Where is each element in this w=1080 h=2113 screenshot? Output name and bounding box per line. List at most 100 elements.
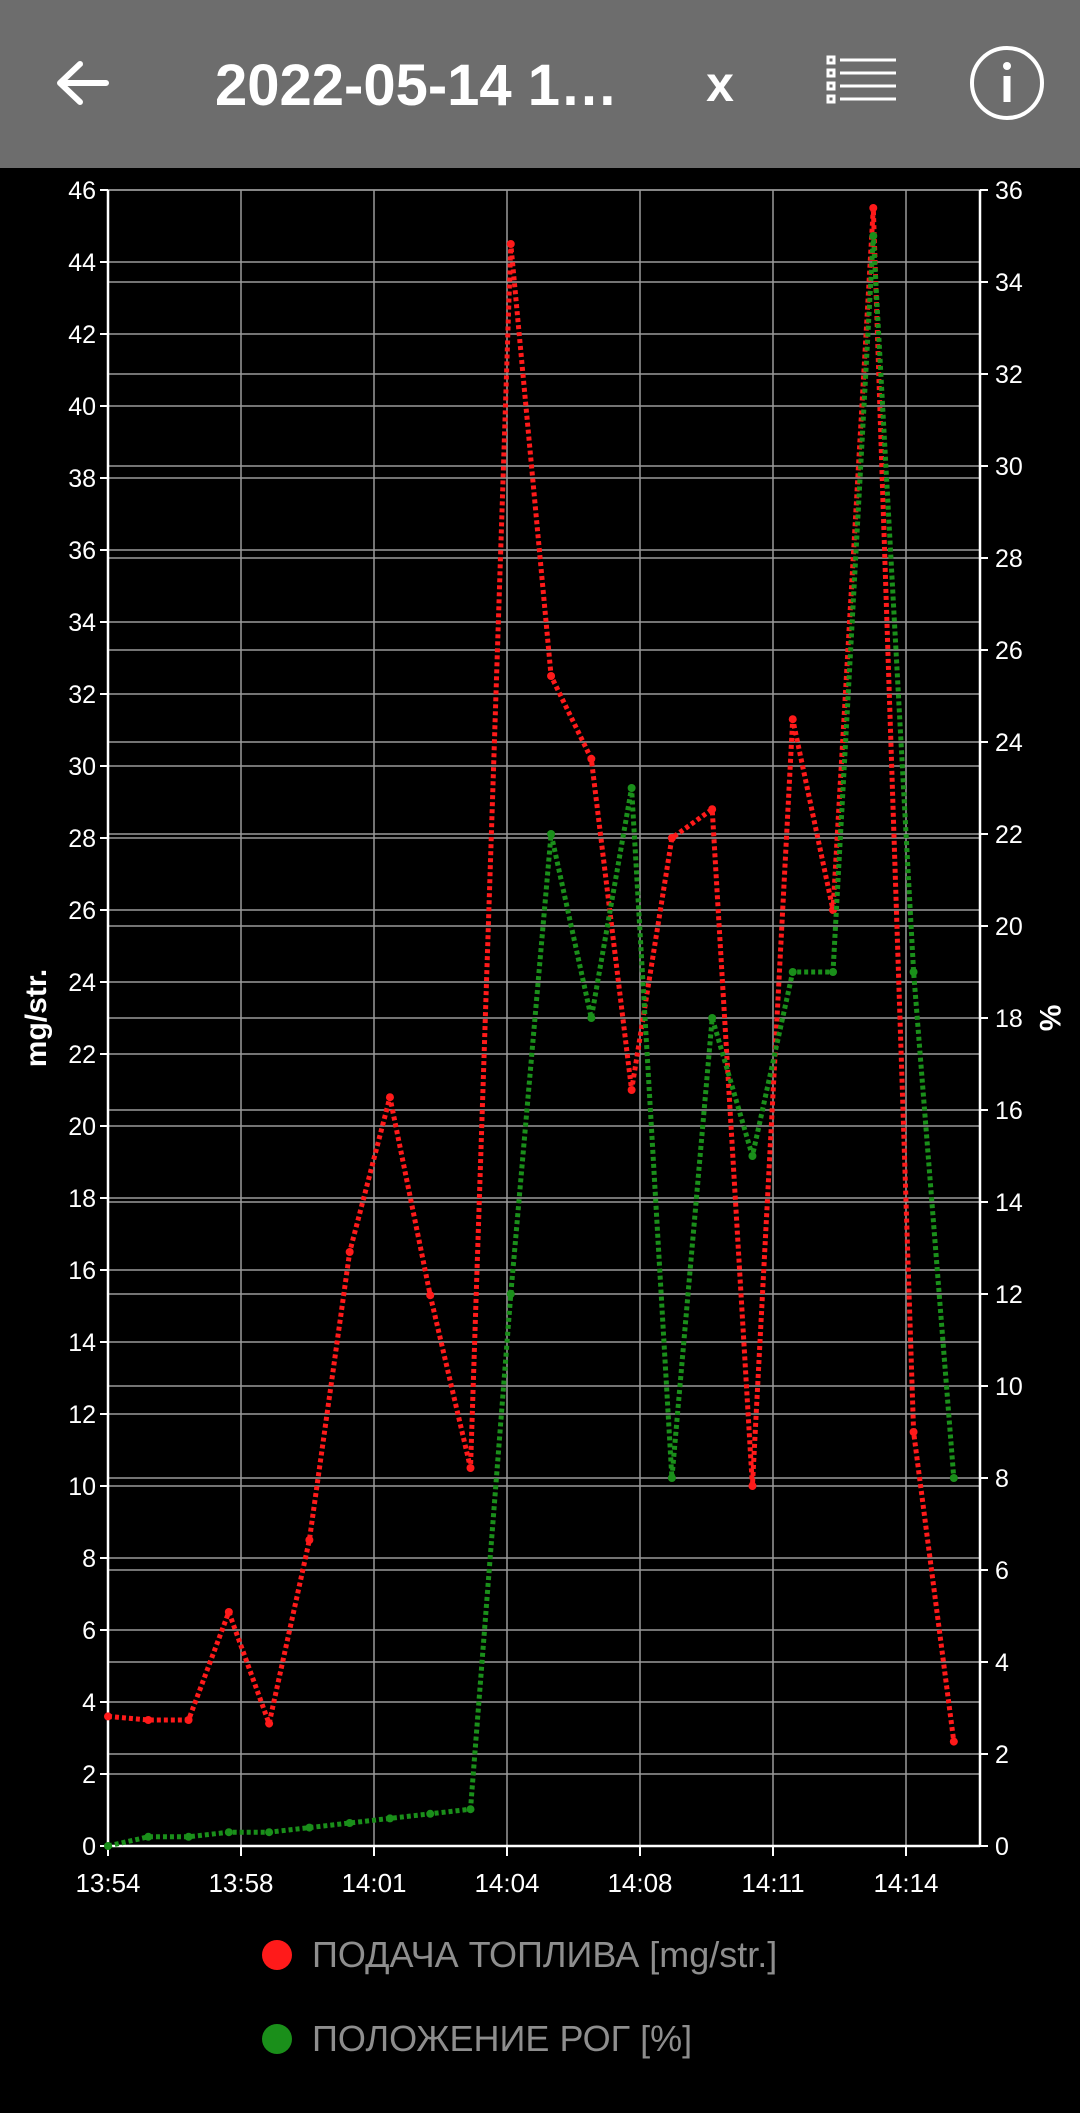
y-right-tick-label: 4	[995, 1649, 1009, 1677]
y-right-tick-label: 8	[995, 1465, 1009, 1493]
info-icon	[970, 46, 1044, 120]
data-point-0	[869, 204, 878, 212]
data-point-1	[627, 784, 636, 792]
legend-dot-red	[262, 1940, 292, 1970]
x-tick-label: 14:04	[474, 1868, 539, 1898]
data-point-1	[506, 1290, 515, 1298]
y-tick-label: 8	[82, 1545, 96, 1573]
data-point-1	[224, 1828, 233, 1837]
y-right-tick-label: 2	[995, 1741, 1009, 1769]
data-point-0	[547, 672, 556, 680]
y-right-tick-label: 18	[995, 1005, 1023, 1033]
fuel-chart[interactable]: 0246810121416182022242628303234363840424…	[0, 168, 1080, 1898]
data-point-1	[829, 968, 838, 976]
y-right-tick-label: 32	[995, 361, 1023, 389]
legend-label-rack: ПОЛОЖЕНИЕ РОГ [%]	[312, 2018, 693, 2059]
y-axis-title-right: %	[1033, 1005, 1066, 1032]
y-tick-label: 40	[68, 393, 96, 421]
y-tick-label: 4	[82, 1689, 96, 1717]
y-right-tick-label: 34	[995, 269, 1023, 297]
data-point-0	[748, 1482, 757, 1490]
back-button[interactable]	[50, 48, 114, 118]
data-point-1	[305, 1823, 314, 1832]
y-right-tick-label: 26	[995, 637, 1023, 665]
list-button[interactable]	[826, 52, 898, 112]
y-tick-label: 14	[68, 1329, 96, 1357]
y-right-tick-label: 0	[995, 1833, 1009, 1861]
data-point-0	[345, 1248, 354, 1256]
y-right-tick-label: 22	[995, 821, 1023, 849]
y-tick-label: 12	[68, 1401, 96, 1429]
legend-item-fuel[interactable]: ПОДАЧА ТОПЛИВА [mg/str.]	[262, 1934, 777, 1976]
y-right-tick-label: 36	[995, 177, 1023, 205]
data-point-0	[466, 1464, 475, 1472]
legend-label-fuel: ПОДАЧА ТОПЛИВА [mg/str.]	[312, 1934, 778, 1975]
y-tick-label: 34	[68, 609, 96, 637]
data-point-0	[909, 1428, 918, 1436]
y-tick-label: 28	[68, 825, 96, 853]
y-right-tick-label: 28	[995, 545, 1023, 573]
y-right-tick-label: 10	[995, 1373, 1023, 1401]
y-tick-label: 38	[68, 465, 96, 493]
x-tick-label: 14:11	[741, 1868, 804, 1898]
chart-area[interactable]: 0 2 4 6 8 10 12 14 16 18 20 22 24 26 28 30 32 34 36 38 40 42 4…	[0, 168, 1080, 1968]
data-point-0	[385, 1093, 394, 1102]
data-point-0	[788, 715, 797, 724]
data-point-1	[144, 1832, 153, 1841]
y-tick-label: 20	[68, 1113, 96, 1141]
data-point-1	[708, 1014, 717, 1022]
data-point-1	[184, 1832, 193, 1841]
y-right-tick-label: 24	[995, 729, 1023, 757]
info-button[interactable]	[968, 44, 1046, 122]
y-tick-label: 24	[68, 969, 96, 997]
data-point-0	[104, 1712, 112, 1721]
data-point-0	[144, 1716, 153, 1724]
y-right-tick-label: 14	[995, 1189, 1023, 1217]
top-app-bar: 2022-05-14 1… x	[0, 0, 1080, 168]
data-point-1	[587, 1014, 596, 1022]
y-tick-label: 26	[68, 897, 96, 925]
data-point-1	[788, 968, 797, 976]
data-point-1	[385, 1814, 394, 1823]
y-right-tick-label: 30	[995, 453, 1023, 481]
data-point-1	[667, 1474, 676, 1482]
data-point-1	[426, 1809, 435, 1818]
y-axis-title-left: mg/str.	[20, 969, 53, 1067]
y-tick-label: 46	[68, 177, 96, 205]
data-point-1	[104, 1842, 112, 1850]
data-point-0	[949, 1737, 958, 1746]
x-tick-label: 14:01	[341, 1868, 406, 1898]
y-right-tick-label: 16	[995, 1097, 1023, 1125]
data-point-1	[949, 1474, 958, 1482]
y-tick-label: 10	[68, 1473, 96, 1501]
y-tick-label: 36	[68, 537, 96, 565]
y-right-tick-label: 12	[995, 1281, 1023, 1309]
data-point-0	[627, 1086, 636, 1094]
x-tick-label: 13:58	[208, 1868, 273, 1898]
y-tick-label: 18	[68, 1185, 96, 1213]
legend-item-rack[interactable]: ПОЛОЖЕНИЕ РОГ [%]	[262, 2018, 692, 2060]
data-point-0	[426, 1291, 435, 1300]
close-button[interactable]: x	[690, 44, 750, 124]
y-tick-label: 16	[68, 1257, 96, 1285]
y-right-tick-label: 6	[995, 1557, 1009, 1585]
series-line-0	[107, 205, 957, 1742]
y-tick-label: 2	[82, 1761, 96, 1789]
data-point-0	[708, 805, 717, 814]
data-point-1	[748, 1152, 757, 1160]
data-point-1	[547, 830, 556, 838]
list-icon	[826, 55, 896, 104]
y-tick-label: 6	[82, 1617, 96, 1645]
y-tick-label: 44	[68, 249, 96, 277]
data-point-1	[466, 1805, 475, 1814]
data-point-1	[869, 232, 878, 240]
data-point-0	[667, 834, 676, 842]
y-tick-label: 30	[68, 753, 96, 781]
data-point-1	[265, 1828, 274, 1837]
arrow-left-icon	[57, 61, 109, 105]
legend-dot-green	[262, 2024, 292, 2054]
data-point-0	[587, 754, 596, 763]
data-point-0	[265, 1719, 274, 1728]
y-tick-label: 42	[68, 321, 96, 349]
data-point-0	[305, 1536, 314, 1544]
